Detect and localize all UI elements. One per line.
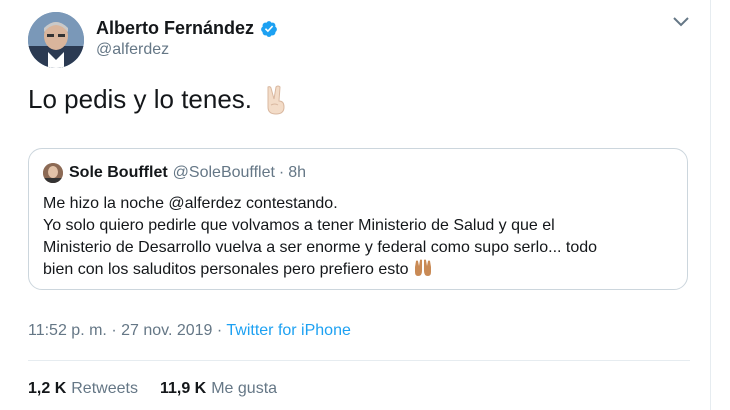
divider [28,360,690,361]
likes-stat[interactable]: 11,9 K Me gusta [160,380,277,398]
quoted-name: Sole Boufflet [69,164,168,181]
author-name[interactable]: Alberto Fernández [96,18,254,39]
author-name-row: Alberto Fernández [96,18,278,39]
tweet-stats: 1,2 K Retweets 11,9 K Me gusta [28,380,277,398]
retweets-count: 1,2 K [28,380,67,397]
tweet-source-link[interactable]: Twitter for iPhone [226,322,351,339]
tweet-meta: 11:52 p. m. · 27 nov. 2019 · Twitter for… [28,322,351,340]
quoted-line: Ministerio de Desarrollo vuelva a ser en… [43,239,598,256]
quoted-line-text: bien con los saluditos personales pero p… [43,261,409,278]
quoted-body: Me hizo la noche @alferdez contestando. … [43,193,673,281]
quoted-header: Sole Boufflet @SoleBoufflet · 8h [43,163,306,183]
victory-hand-icon [267,85,285,115]
tweet-text: Lo pedis y lo tenes. [28,84,288,115]
quoted-line: Me hizo la noche @alferdez contestando. [43,195,338,212]
quoted-line: Yo solo quiero pedirle que volvamos a te… [43,217,555,234]
tweet-time[interactable]: 11:52 p. m. [28,322,107,339]
tweet-card: Alberto Fernández @alferdez Lo pedis y l… [0,0,711,410]
chevron-down-icon[interactable] [672,16,690,28]
verified-badge-icon [261,20,277,37]
quoted-tweet[interactable]: Sole Boufflet @SoleBoufflet · 8h Me hizo… [28,148,688,290]
likes-count: 11,9 K [159,380,207,397]
quoted-avatar [43,163,63,183]
raising-hands-icon [414,259,431,276]
quoted-line-last: bien con los saluditos personales pero p… [43,259,673,281]
quoted-handle: @SoleBoufflet [172,164,275,181]
quoted-time: 8h [288,164,307,181]
meta-separator: · [111,322,117,339]
retweets-stat[interactable]: 1,2 K Retweets [28,380,138,398]
tweet-date[interactable]: 27 nov. 2019 [121,322,212,339]
meta-separator: · [216,322,223,339]
tweet-text-content: Lo pedis y lo tenes. [28,84,253,114]
likes-label: Me gusta [211,380,278,397]
author-handle[interactable]: @alferdez [96,41,169,59]
author-avatar[interactable] [28,12,84,68]
retweets-label: Retweets [71,380,138,397]
quoted-separator: · [278,164,285,181]
